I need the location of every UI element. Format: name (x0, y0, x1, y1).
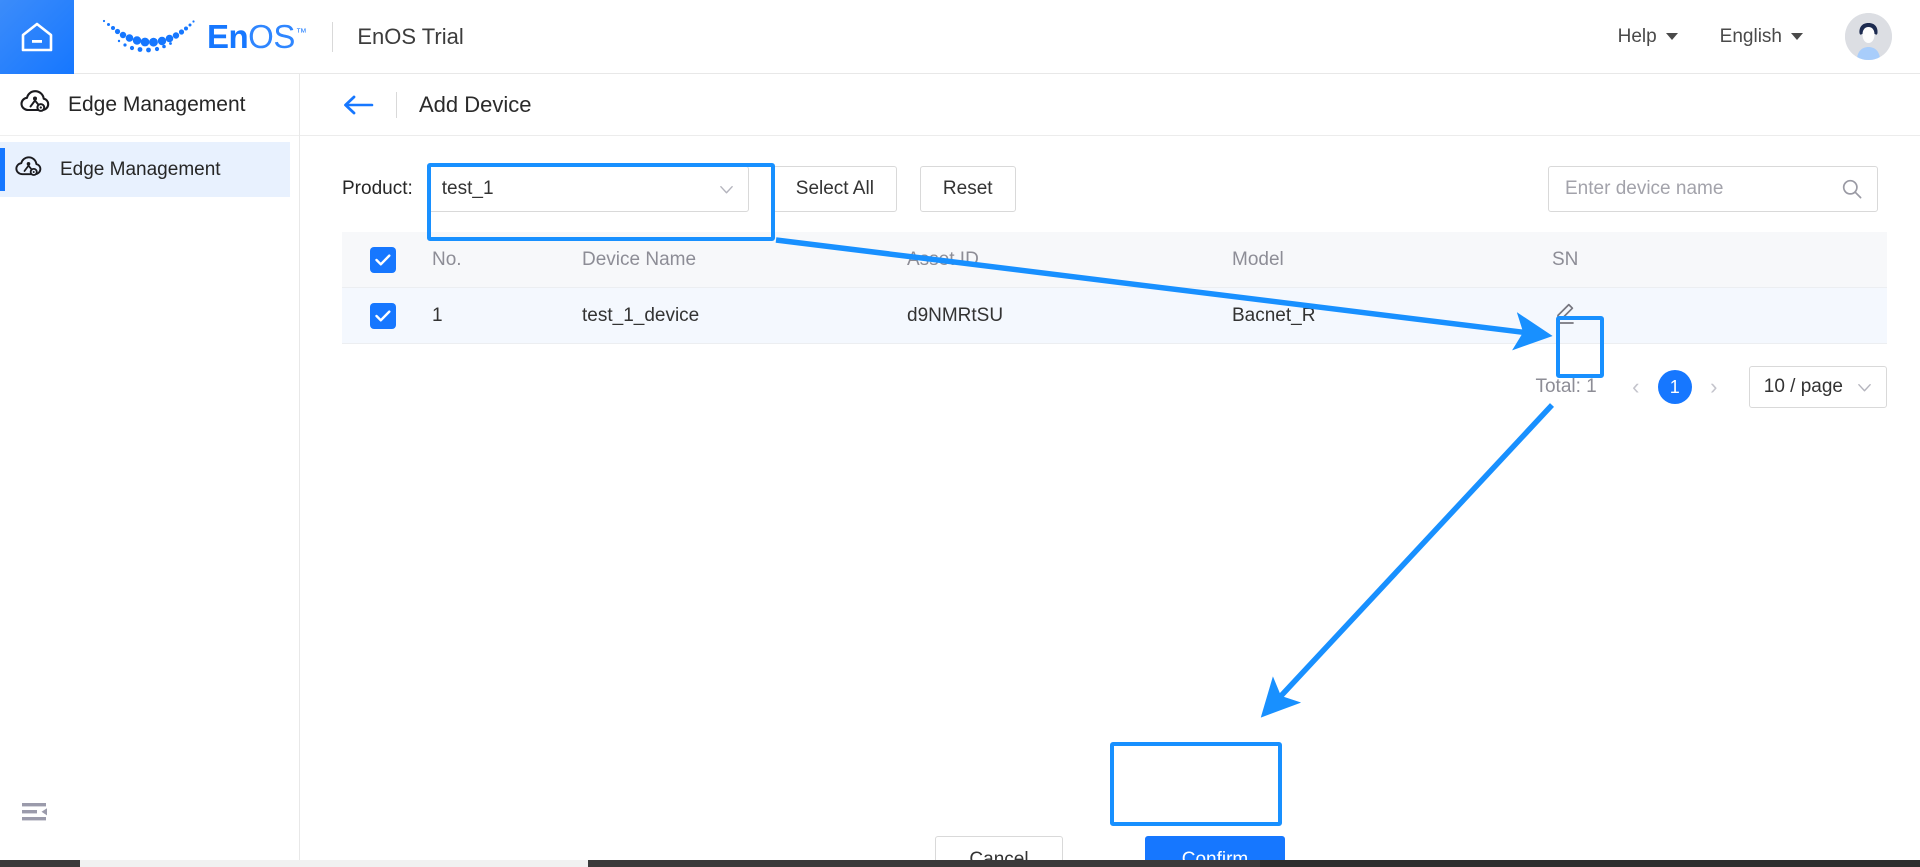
app-title: EnOS Trial (357, 24, 463, 50)
row-checkbox-cell (342, 303, 432, 329)
scrollbar-thumb[interactable] (588, 860, 1268, 867)
header-divider (332, 22, 333, 52)
search-input[interactable] (1563, 177, 1841, 201)
app-header: EnOS™ EnOS Trial Help English (0, 0, 1920, 74)
header-right-group: Help English (1618, 13, 1920, 60)
page-bar-divider (396, 92, 397, 118)
pagination-total: Total: 1 (1535, 376, 1596, 398)
logo-en: En (207, 18, 248, 55)
column-header-device-name: Device Name (582, 249, 907, 271)
select-all-checkbox[interactable] (370, 247, 396, 273)
collapse-sidebar-button[interactable] (22, 802, 48, 829)
back-arrow-icon (342, 93, 374, 117)
chevron-down-icon (1666, 33, 1678, 40)
sidebar-item-label: Edge Management (60, 159, 221, 181)
column-header-asset-id: Asset ID (907, 249, 1232, 271)
scrollbar-thumb-secondary[interactable] (1260, 860, 1920, 867)
device-table: No. Device Name Asset ID Model SN 1 test… (342, 232, 1887, 344)
horizontal-scrollbar[interactable] (0, 860, 1920, 867)
home-button[interactable] (0, 0, 74, 74)
cell-asset-id: d9NMRtSU (907, 305, 1232, 327)
table-row[interactable]: 1 test_1_device d9NMRtSU Bacnet_R (342, 288, 1887, 344)
chevron-down-icon (1791, 33, 1803, 40)
enos-logo-text: EnOS™ (207, 18, 306, 56)
logo-os: OS (248, 18, 295, 55)
avatar[interactable] (1845, 13, 1892, 60)
row-checkbox[interactable] (370, 303, 396, 329)
page-header-bar: Add Device (300, 74, 1920, 136)
sidebar-item-edge-management[interactable]: Edge Management (0, 142, 290, 197)
sidebar: Edge Management Edge Management (0, 74, 300, 867)
pagination: Total: 1 ‹ 1 › 10 / page (342, 366, 1887, 408)
pagination-page-1[interactable]: 1 (1658, 370, 1692, 404)
select-all-button[interactable]: Select All (773, 166, 897, 212)
enos-logo-arc (101, 16, 203, 58)
device-search-box[interactable] (1548, 166, 1878, 212)
cell-device-name: test_1_device (582, 305, 907, 327)
cell-no: 1 (432, 305, 582, 327)
edge-cloud-icon (20, 88, 50, 121)
page-title: Add Device (419, 92, 532, 118)
cell-model: Bacnet_R (1232, 305, 1552, 327)
scrollbar-left-segment (0, 860, 80, 867)
column-header-sn: SN (1552, 249, 1887, 271)
pagination-prev-button[interactable]: ‹ (1623, 374, 1649, 400)
home-icon (19, 20, 55, 54)
edit-pencil-icon[interactable] (1552, 300, 1578, 326)
logo-tm: ™ (296, 27, 307, 39)
filter-toolbar: Product: test_1 Select All Reset (342, 166, 1878, 212)
help-menu[interactable]: Help (1618, 26, 1678, 48)
back-button[interactable] (342, 93, 374, 117)
reset-button[interactable]: Reset (920, 166, 1016, 212)
page-size-value: 10 / page (1764, 376, 1843, 398)
chevron-down-icon (719, 182, 734, 197)
app-root: EnOS™ EnOS Trial Help English (0, 0, 1920, 867)
chevron-down-icon (1857, 380, 1872, 395)
page-size-select[interactable]: 10 / page (1749, 366, 1887, 408)
collapse-sidebar-icon (22, 811, 48, 828)
content-area: Product: test_1 Select All Reset (300, 136, 1920, 408)
help-label: Help (1618, 26, 1657, 48)
table-header-row: No. Device Name Asset ID Model SN (342, 232, 1887, 288)
avatar-icon (1845, 13, 1892, 60)
product-select-value: test_1 (442, 178, 719, 200)
column-header-model: Model (1232, 249, 1552, 271)
edge-cloud-icon (15, 154, 42, 185)
header-checkbox-cell (342, 247, 432, 273)
product-label: Product: (342, 178, 413, 200)
pagination-next-button[interactable]: › (1701, 374, 1727, 400)
cell-sn (1552, 300, 1887, 332)
column-header-no: No. (432, 249, 582, 271)
product-select[interactable]: test_1 (427, 166, 749, 212)
sidebar-header-label: Edge Management (68, 93, 245, 117)
language-menu[interactable]: English (1720, 26, 1803, 48)
sidebar-header: Edge Management (0, 74, 299, 136)
enos-logo[interactable]: EnOS™ (101, 16, 306, 58)
language-label: English (1720, 26, 1782, 48)
search-icon[interactable] (1841, 178, 1863, 200)
main-content: Add Device Product: test_1 Select All Re… (300, 74, 1920, 867)
